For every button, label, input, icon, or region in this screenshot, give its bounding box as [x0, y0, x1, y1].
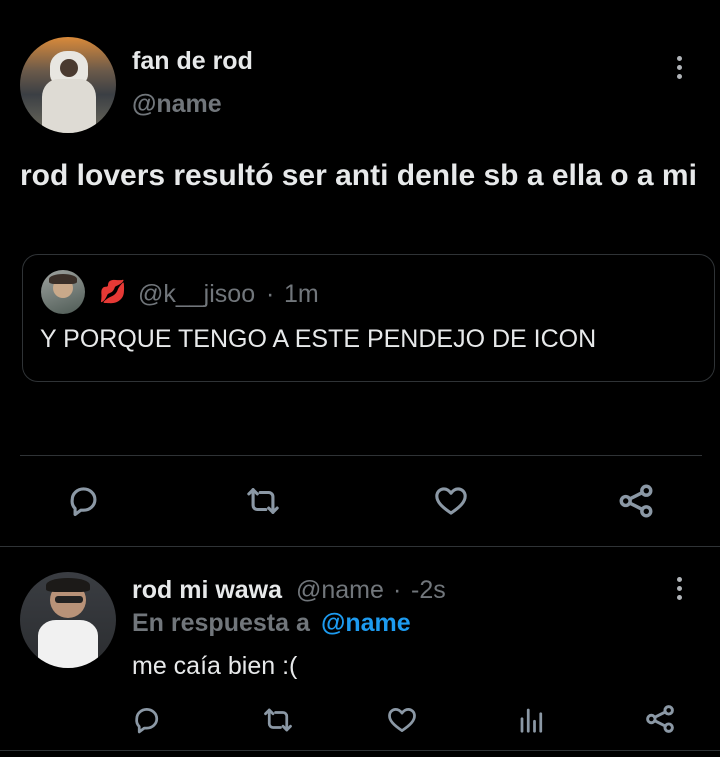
reply-author-handle[interactable]: @name: [296, 576, 384, 605]
like-icon[interactable]: [433, 484, 469, 523]
share-icon[interactable]: [617, 482, 655, 525]
author-display-name[interactable]: fan de rod: [132, 47, 253, 76]
tweet-text: rod lovers resultó ser anti denle sb a e…: [20, 159, 697, 192]
reply-author-avatar[interactable]: [20, 572, 116, 668]
reply-timestamp[interactable]: -2s: [411, 576, 446, 605]
reply-reply-icon[interactable]: [133, 705, 163, 740]
more-options-icon[interactable]: [677, 56, 682, 79]
quoted-tweet-card[interactable]: [22, 254, 715, 382]
quoted-timestamp[interactable]: 1m: [284, 280, 319, 309]
reply-author-display-name[interactable]: rod mi wawa: [132, 576, 282, 605]
reply-share-icon[interactable]: [644, 703, 676, 740]
reply-tweet-text: me caía bien :(: [132, 652, 298, 680]
bottom-divider: [0, 750, 720, 751]
replying-to-prefix: En respuesta a: [132, 609, 310, 637]
reply-retweet-icon[interactable]: [262, 705, 294, 740]
reply-like-icon[interactable]: [386, 705, 418, 740]
quoted-author-handle[interactable]: @k__jisoo: [138, 280, 255, 309]
replying-to-handle[interactable]: @name: [321, 609, 411, 638]
action-bar-divider-top: [20, 455, 702, 456]
reply-icon[interactable]: [68, 484, 102, 523]
quoted-author-emoji: 💋: [99, 279, 127, 304]
reply-separator: ·: [393, 576, 402, 604]
tweet-divider: [0, 546, 720, 547]
reply-analytics-icon[interactable]: [517, 705, 547, 740]
author-avatar[interactable]: [20, 37, 116, 133]
quoted-tweet-text: Y PORQUE TENGO A ESTE PENDEJO DE ICON: [40, 325, 597, 353]
quoted-author-avatar[interactable]: [41, 270, 85, 314]
author-handle[interactable]: @name: [132, 90, 222, 119]
retweet-icon[interactable]: [245, 484, 281, 523]
reply-more-options-icon[interactable]: [677, 577, 682, 600]
quoted-separator: ·: [266, 280, 275, 308]
